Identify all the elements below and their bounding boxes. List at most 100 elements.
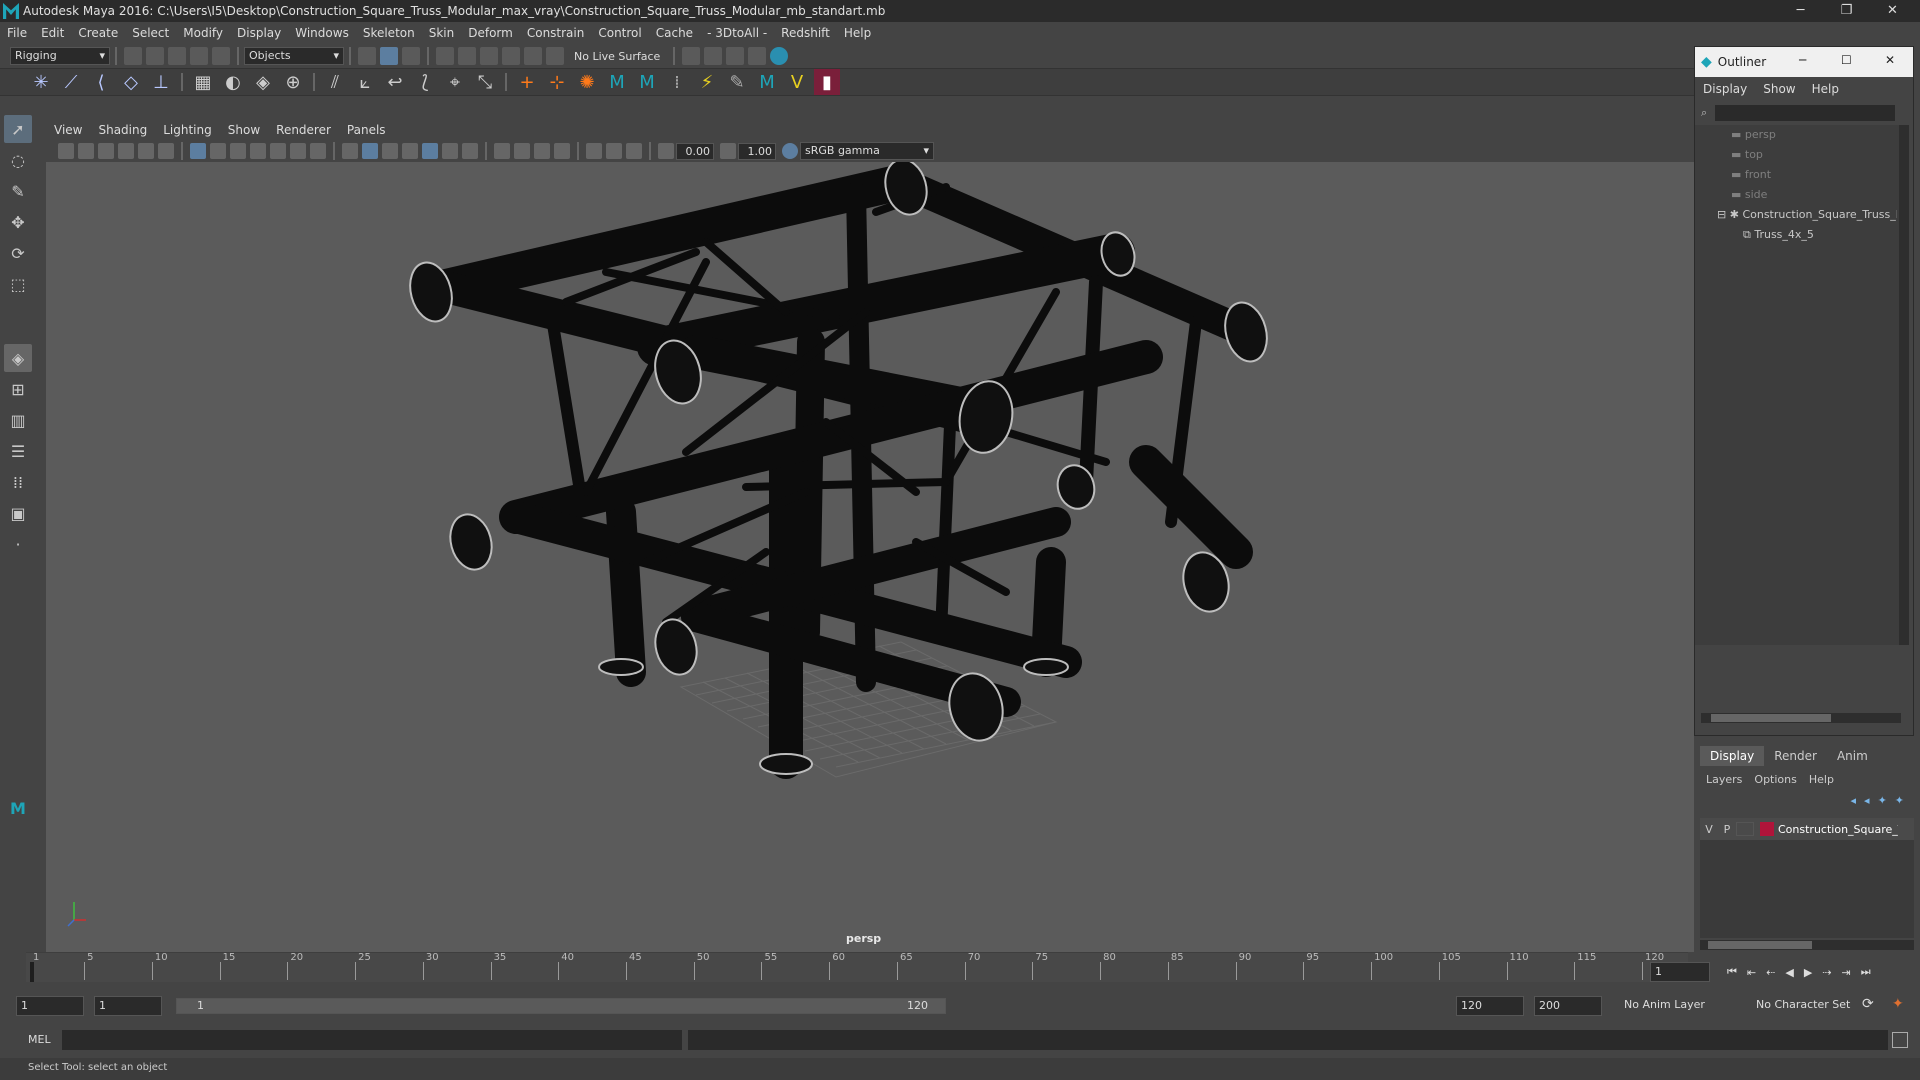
- restore-button[interactable]: ❐: [1824, 0, 1869, 22]
- camera-select-icon[interactable]: [58, 143, 74, 159]
- scale-tool-icon[interactable]: ⬚: [4, 270, 32, 298]
- minimize-button[interactable]: ─: [1778, 0, 1823, 22]
- gamma-icon[interactable]: [720, 143, 736, 159]
- copy-weights-icon[interactable]: ⌖: [442, 69, 468, 95]
- select-component-icon[interactable]: [402, 47, 420, 65]
- layer-row[interactable]: V P Construction_Square_Truss: [1700, 818, 1914, 840]
- menu-file[interactable]: File: [0, 22, 34, 44]
- menu-help[interactable]: Help: [837, 22, 878, 44]
- outliner-item-top[interactable]: ▬ top: [1731, 145, 1763, 165]
- step-forward-frame-icon[interactable]: ⇢: [1822, 966, 1831, 979]
- rotate-tool-icon[interactable]: ⟳: [4, 239, 32, 267]
- custom-layout-icon[interactable]: ▣: [4, 499, 32, 527]
- panel-menu-show[interactable]: Show: [220, 120, 268, 140]
- grid-icon[interactable]: [190, 143, 206, 159]
- outliner-minimize-button[interactable]: ─: [1799, 53, 1806, 67]
- camera-attributes-icon[interactable]: [78, 143, 94, 159]
- paint-select-icon[interactable]: ✎: [4, 177, 32, 205]
- maya-script-2-icon[interactable]: M: [634, 69, 660, 95]
- film-gate-icon[interactable]: [210, 143, 226, 159]
- undo-icon[interactable]: [190, 47, 208, 65]
- menu-skin[interactable]: Skin: [422, 22, 462, 44]
- textured-icon[interactable]: [402, 143, 418, 159]
- four-view-layout-icon[interactable]: ⊞: [4, 375, 32, 403]
- outliner-menu-display[interactable]: Display: [1695, 79, 1755, 99]
- snap-magnet-icon[interactable]: [546, 47, 564, 65]
- ik-spline-icon[interactable]: ⟨: [88, 69, 114, 95]
- selection-mask-dropdown[interactable]: Objects: [244, 47, 344, 65]
- color-management-icon[interactable]: [782, 143, 798, 159]
- truss-model[interactable]: [46, 162, 1694, 952]
- save-scene-icon[interactable]: [168, 47, 186, 65]
- animation-end-field[interactable]: 200: [1534, 996, 1602, 1016]
- menu-set-dropdown[interactable]: Rigging: [10, 47, 110, 65]
- move-tool-icon[interactable]: ✥: [4, 208, 32, 236]
- panel-menu-renderer[interactable]: Renderer: [268, 120, 339, 140]
- antialiasing-icon[interactable]: [534, 143, 550, 159]
- field-chart-icon[interactable]: [270, 143, 286, 159]
- mirror-weights-icon[interactable]: ⟅: [412, 69, 438, 95]
- persp-graph-layout-icon[interactable]: ☰: [4, 437, 32, 465]
- attribute-icon[interactable]: ⁞: [664, 69, 690, 95]
- menu-3dtoall[interactable]: - 3DtoAll -: [700, 22, 774, 44]
- hypershade-icon[interactable]: [770, 47, 789, 65]
- menu-select[interactable]: Select: [125, 22, 176, 44]
- select-tool-icon[interactable]: ➚: [4, 115, 32, 143]
- layer-playback-toggle[interactable]: P: [1718, 823, 1736, 836]
- menu-deform[interactable]: Deform: [461, 22, 520, 44]
- ik-handle-icon[interactable]: ⟋: [58, 69, 84, 95]
- aim-constraint-icon[interactable]: ⊹: [544, 69, 570, 95]
- outliner-horizontal-scrollbar[interactable]: [1701, 713, 1901, 723]
- ipr-render-icon[interactable]: [726, 47, 745, 65]
- hypershade-layout-icon[interactable]: ⁞⁞: [4, 468, 32, 496]
- wireframe-icon[interactable]: [342, 143, 358, 159]
- maya-tool-icon[interactable]: M: [754, 69, 780, 95]
- new-layer-selected-icon[interactable]: ✦: [1895, 794, 1904, 807]
- range-slider-track[interactable]: 1 120: [176, 998, 946, 1014]
- orient-constraint-icon[interactable]: ✺: [574, 69, 600, 95]
- xray-active-icon[interactable]: [626, 143, 642, 159]
- humanik-icon[interactable]: ⊥: [148, 69, 174, 95]
- layer-menu-layers[interactable]: Layers: [1700, 773, 1748, 786]
- move-layer-down-icon[interactable]: ◂: [1864, 794, 1870, 807]
- layer-visibility-toggle[interactable]: V: [1700, 823, 1718, 836]
- snap-view-plane-icon[interactable]: [502, 47, 520, 65]
- range-slider-bar[interactable]: [177, 999, 945, 1013]
- collapse-icon[interactable]: ⊟: [1717, 208, 1730, 221]
- bind-skin-icon[interactable]: ⫽: [322, 69, 348, 95]
- layer-color-swatch[interactable]: [1760, 822, 1774, 836]
- script-editor-icon[interactable]: [1892, 1032, 1908, 1048]
- playback-end-field[interactable]: 120: [1456, 996, 1524, 1016]
- new-scene-icon[interactable]: [124, 47, 142, 65]
- bookmark-icon[interactable]: [98, 143, 114, 159]
- xray-joints-icon[interactable]: [606, 143, 622, 159]
- tab-anim-layers[interactable]: Anim: [1827, 746, 1878, 766]
- wire-icon[interactable]: ⊕: [280, 69, 306, 95]
- safe-action-icon[interactable]: [290, 143, 306, 159]
- outliner-search-input[interactable]: [1715, 105, 1896, 121]
- paint-weights-icon[interactable]: ↩: [382, 69, 408, 95]
- lasso-tool-icon[interactable]: ◌: [4, 146, 32, 174]
- xray-icon[interactable]: [422, 143, 438, 159]
- grease-pencil-icon[interactable]: [158, 143, 174, 159]
- perspective-viewport[interactable]: persp: [46, 162, 1694, 952]
- menu-redshift[interactable]: Redshift: [774, 22, 837, 44]
- depth-of-field-icon[interactable]: [554, 143, 570, 159]
- exposure-icon[interactable]: [658, 143, 674, 159]
- layer-name[interactable]: Construction_Square_Truss: [1778, 823, 1898, 836]
- outliner-item-persp[interactable]: ▬ persp: [1731, 125, 1776, 145]
- point-constraint-icon[interactable]: +: [514, 69, 540, 95]
- toolbox-more-icon[interactable]: ·: [4, 530, 32, 558]
- menu-cache[interactable]: Cache: [649, 22, 700, 44]
- step-back-frame-icon[interactable]: ⇠: [1766, 966, 1775, 979]
- tab-display-layers[interactable]: Display: [1700, 746, 1765, 766]
- render-frame-icon[interactable]: [704, 47, 723, 65]
- menu-display[interactable]: Display: [230, 22, 288, 44]
- select-hierarchy-icon[interactable]: [358, 47, 376, 65]
- scrollbar-thumb[interactable]: [1708, 941, 1812, 949]
- move-layer-up-icon[interactable]: ◂: [1851, 794, 1857, 807]
- outliner-maximize-button[interactable]: ☐: [1841, 53, 1852, 67]
- use-all-lights-icon[interactable]: [442, 143, 458, 159]
- joint-tool-icon[interactable]: ✳: [28, 69, 54, 95]
- snap-grid-icon[interactable]: [436, 47, 454, 65]
